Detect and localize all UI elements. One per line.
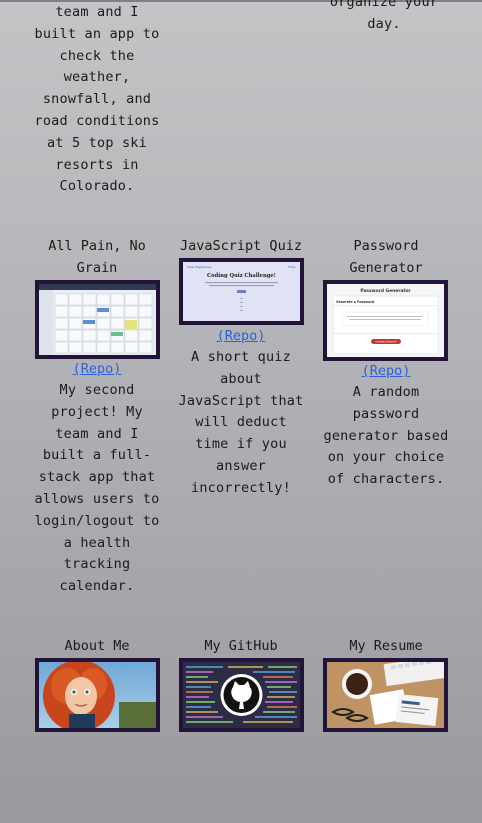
repo-link-password-generator[interactable]: (Repo) (316, 363, 456, 379)
password-generator-description: A random password generator based on you… (323, 384, 449, 488)
project-title-password-generator: Password Generator (349, 238, 423, 276)
planner-description: organize your day. (329, 0, 439, 32)
quiz-app-screenshot: View Highscores Time Coding Quiz Challen… (183, 262, 300, 321)
svg-text:Generate a Password: Generate a Password (336, 300, 375, 304)
svg-text:Generate Password: Generate Password (375, 341, 397, 344)
project-title-all-pain-no-grain: All Pain, No Grain (48, 238, 146, 276)
about-me-title: About Me (64, 638, 130, 654)
password-generator-thumbnail[interactable]: Password Generator Generate a Password G… (323, 280, 448, 361)
ski-app-description: team and I built an app to check the wea… (34, 4, 160, 195)
javascript-quiz-description: A short quiz about JavaScript that will … (178, 349, 304, 496)
svg-text:View Highscores: View Highscores (187, 265, 212, 269)
repo-link-javascript-quiz[interactable]: (Repo) (172, 328, 310, 344)
cartoon-girl-red-hair-image (39, 662, 156, 728)
desk-coffee-keyboard-image (327, 662, 444, 728)
about-me-image-link[interactable] (35, 658, 160, 732)
javascript-quiz-thumbnail[interactable]: View Highscores Time Coding Quiz Challen… (179, 258, 304, 325)
svg-text:Time: Time (287, 265, 295, 269)
github-octocat-logo-image (183, 662, 300, 728)
my-resume-image-link[interactable] (323, 658, 448, 732)
repo-link-all-pain-no-grain[interactable]: (Repo) (28, 361, 166, 377)
calendar-app-screenshot (39, 284, 156, 355)
all-pain-no-grain-description: My second project! My team and I built a… (34, 382, 160, 595)
project-title-javascript-quiz: JavaScript Quiz (180, 238, 302, 254)
password-app-screenshot: Password Generator Generate a Password G… (327, 284, 444, 357)
my-github-image-link[interactable] (179, 658, 304, 732)
my-resume-title: My Resume (349, 638, 423, 654)
my-github-title: My GitHub (204, 638, 278, 654)
svg-text:Password Generator: Password Generator (360, 288, 411, 294)
svg-text:Coding Quiz Challenge!: Coding Quiz Challenge! (207, 273, 276, 279)
all-pain-no-grain-thumbnail[interactable] (35, 280, 160, 359)
